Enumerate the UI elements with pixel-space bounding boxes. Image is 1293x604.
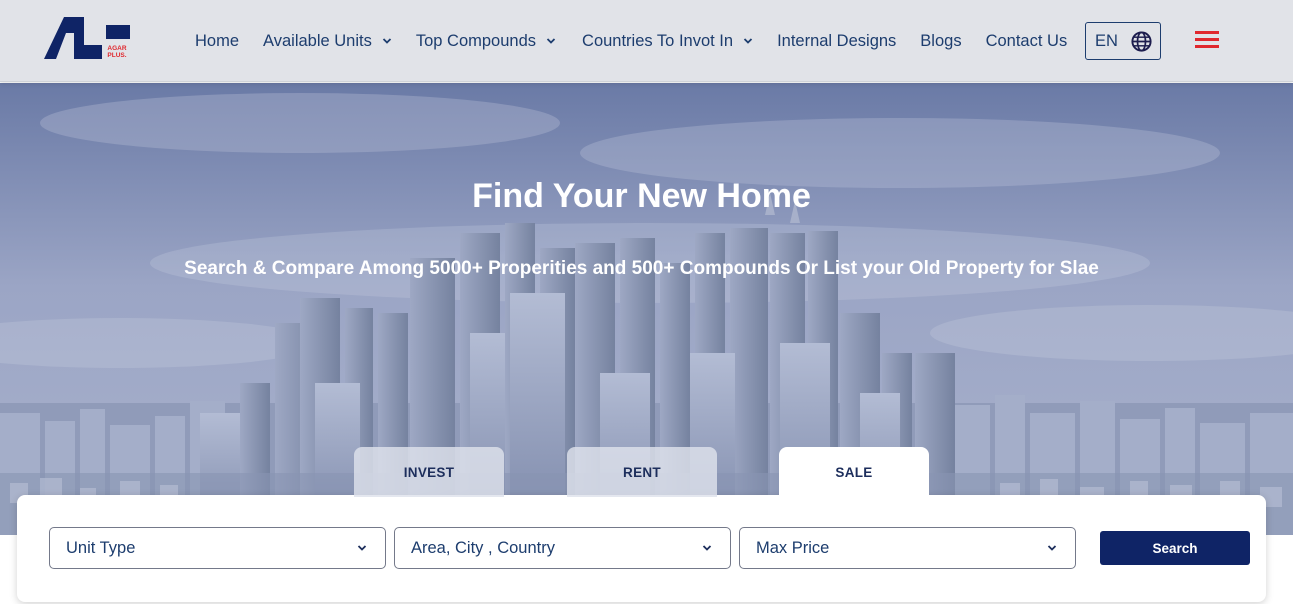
site-header: AGAR PLUS. Home Available Units Top Comp…: [0, 0, 1293, 82]
svg-text:PLUS.: PLUS.: [107, 52, 126, 59]
max-price-value: Max Price: [756, 538, 830, 557]
tab-invest[interactable]: INVEST: [354, 447, 504, 497]
tab-label: INVEST: [403, 464, 455, 480]
tab-label: RENT: [623, 464, 661, 480]
nav-item-blogs[interactable]: Blogs: [920, 0, 961, 82]
svg-text:AGAR: AGAR: [107, 45, 126, 52]
nav-item-available-units[interactable]: Available Units: [263, 0, 392, 82]
unit-type-value: Unit Type: [66, 538, 136, 557]
search-panel: Unit Type Area, City , Country Max Price…: [17, 495, 1266, 602]
max-price-select[interactable]: Max Price: [739, 527, 1076, 569]
unit-type-select[interactable]: Unit Type: [49, 527, 386, 569]
nav-item-label: Countries To Invot In: [582, 31, 734, 50]
chevron-down-icon: [357, 545, 367, 551]
hamburger-menu-icon[interactable]: [1195, 31, 1221, 51]
nav-item-contact-us[interactable]: Contact Us: [986, 0, 1068, 82]
brand-logo[interactable]: AGAR PLUS.: [44, 15, 132, 63]
chevron-down-icon: [743, 38, 753, 44]
location-value: Area, City , Country: [411, 538, 555, 557]
tab-label: SALE: [835, 464, 873, 480]
tab-rent[interactable]: RENT: [567, 447, 717, 497]
location-select[interactable]: Area, City , Country: [394, 527, 731, 569]
nav-item-label: Top Compounds: [415, 31, 537, 50]
language-selector[interactable]: EN: [1085, 22, 1161, 60]
nav-item-label: Contact Us: [985, 31, 1068, 50]
nav-item-label: Blogs: [920, 31, 962, 50]
search-button[interactable]: Search: [1100, 531, 1250, 565]
chevron-down-icon: [546, 38, 556, 44]
nav-item-label: Available Units: [263, 31, 372, 50]
nav-item-label: Internal Designs: [777, 31, 897, 50]
language-label: EN: [1095, 31, 1118, 50]
tab-sale[interactable]: SALE: [779, 447, 929, 497]
nav-item-internal-designs[interactable]: Internal Designs: [777, 0, 896, 82]
chevron-down-icon: [1047, 545, 1057, 551]
nav-item-label: Home: [195, 31, 240, 50]
nav-item-home[interactable]: Home: [195, 0, 239, 82]
globe-icon: [1131, 31, 1152, 52]
hero-subtitle: Search & Compare Among 5000+ Properities…: [184, 258, 1099, 279]
main-nav: Home Available Units Top Compounds Count…: [195, 0, 1067, 82]
chevron-down-icon: [382, 38, 391, 44]
chevron-down-icon: [702, 545, 712, 551]
nav-item-countries[interactable]: Countries To Invot In: [582, 0, 753, 82]
hero-title: Find Your New Home: [472, 177, 811, 215]
nav-item-top-compounds[interactable]: Top Compounds: [416, 0, 556, 82]
